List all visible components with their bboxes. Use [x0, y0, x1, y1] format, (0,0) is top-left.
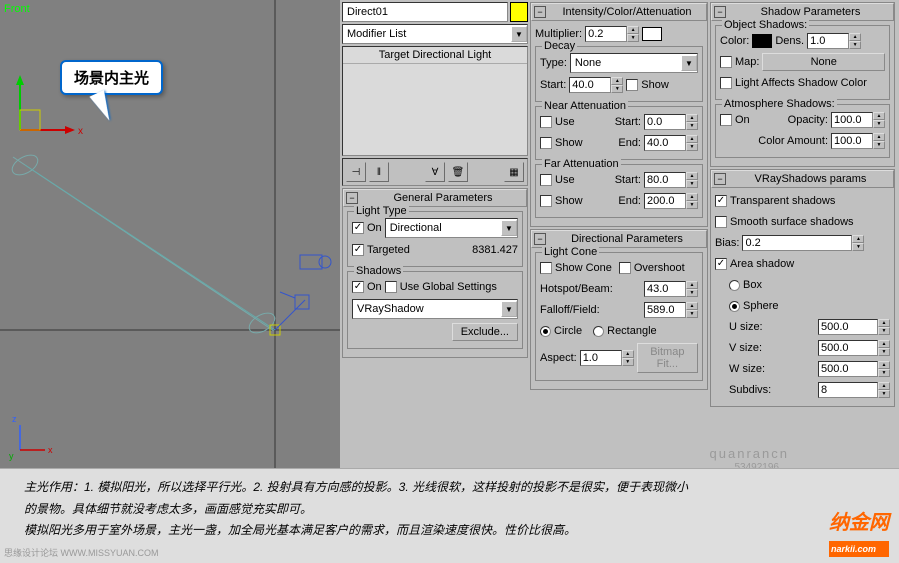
- shadow-map-button[interactable]: None: [762, 53, 885, 71]
- minus-icon: −: [534, 6, 546, 18]
- light-color-swatch[interactable]: [642, 27, 662, 41]
- chevron-down-icon: ▼: [511, 26, 527, 42]
- rollout-general: −General Parameters Light Type On Direct…: [342, 188, 528, 358]
- u-size-spinner[interactable]: ▲▼: [818, 319, 890, 335]
- multiplier-spinner[interactable]: ▲▼: [585, 26, 639, 42]
- atm-opacity-spinner[interactable]: ▲▼: [831, 112, 885, 128]
- atm-on-checkbox[interactable]: [720, 114, 732, 126]
- targeted-distance: 8381.427: [472, 244, 518, 256]
- svg-text:z: z: [12, 414, 17, 424]
- stack-item[interactable]: Target Directional Light: [343, 47, 527, 64]
- watermark-source: 思缘设计论坛 WWW.MISSYUAN.COM: [4, 545, 159, 561]
- near-end-spinner[interactable]: ▲▼: [644, 135, 698, 151]
- rollout-title: General Parameters: [362, 192, 524, 204]
- sphere-radio[interactable]: [729, 301, 740, 312]
- transparent-shadows-checkbox[interactable]: [715, 195, 727, 207]
- near-use-checkbox[interactable]: [540, 116, 552, 128]
- shadow-map-checkbox[interactable]: [720, 56, 732, 68]
- v-size-spinner[interactable]: ▲▼: [818, 340, 890, 356]
- make-unique-icon[interactable]: ∀: [425, 162, 445, 182]
- bitmap-fit-button[interactable]: Bitmap Fit...: [637, 343, 698, 373]
- object-name-input[interactable]: [342, 2, 508, 22]
- pin-stack-icon[interactable]: ⊣: [346, 162, 366, 182]
- callout-main-light: 场景内主光: [60, 60, 163, 95]
- subdivs-spinner[interactable]: ▲▼: [818, 382, 890, 398]
- decay-type-dropdown[interactable]: None▼: [570, 53, 698, 73]
- watermark-author: quanrancn: [710, 446, 789, 461]
- near-show-checkbox[interactable]: [540, 137, 552, 149]
- modifier-list-dropdown[interactable]: Modifier List▼: [342, 24, 528, 44]
- svg-text:x: x: [48, 445, 53, 455]
- modifier-stack[interactable]: Target Directional Light: [342, 46, 528, 156]
- object-color-swatch[interactable]: [510, 2, 528, 22]
- circle-radio[interactable]: [540, 326, 551, 337]
- rollout-title: Intensity/Color/Attenuation: [550, 6, 704, 18]
- svg-text:x: x: [78, 126, 83, 137]
- decay-show-checkbox[interactable]: [626, 79, 638, 91]
- light-on-checkbox[interactable]: [352, 222, 364, 234]
- show-cone-checkbox[interactable]: [540, 262, 552, 274]
- decay-start-spinner[interactable]: ▲▼: [569, 77, 623, 93]
- shadow-type-dropdown[interactable]: VRayShadow▼: [352, 299, 518, 319]
- far-show-checkbox[interactable]: [540, 195, 552, 207]
- rollout-vray-shadows: −VRayShadows params Transparent shadows …: [710, 169, 895, 407]
- hotspot-spinner[interactable]: ▲▼: [644, 281, 698, 297]
- targeted-checkbox[interactable]: [352, 244, 364, 256]
- minus-icon: −: [346, 192, 358, 204]
- rectangle-radio[interactable]: [593, 326, 604, 337]
- affects-shadow-color-checkbox[interactable]: [720, 77, 732, 89]
- configure-sets-icon[interactable]: ▦: [504, 162, 524, 182]
- svg-text:y: y: [9, 451, 14, 461]
- rollout-directional: −Directional Parameters Light Cone Show …: [530, 229, 708, 390]
- bias-spinner[interactable]: ▲▼: [742, 235, 864, 251]
- stack-toolbar: ⊣ ‖ ∀ 🗑 ▦: [342, 158, 528, 186]
- rollout-title: Shadow Parameters: [730, 6, 891, 18]
- global-settings-checkbox[interactable]: [385, 281, 397, 293]
- smooth-surface-checkbox[interactable]: [715, 216, 727, 228]
- logo-narkii: 纳金网narkii.com: [829, 505, 889, 557]
- footer-caption: 主光作用：1. 模拟阳光，所以选择平行光。2. 投射具有方向感的投影。3. 光线…: [0, 468, 899, 563]
- near-start-spinner[interactable]: ▲▼: [644, 114, 698, 130]
- far-end-spinner[interactable]: ▲▼: [644, 193, 698, 209]
- box-radio[interactable]: [729, 280, 740, 291]
- rollout-intensity: −Intensity/Color/Attenuation Multiplier:…: [530, 2, 708, 227]
- minus-icon: −: [714, 173, 726, 185]
- w-size-spinner[interactable]: ▲▼: [818, 361, 890, 377]
- overshoot-checkbox[interactable]: [619, 262, 631, 274]
- falloff-spinner[interactable]: ▲▼: [644, 302, 698, 318]
- minus-icon: −: [714, 6, 726, 18]
- viewport[interactable]: Front x z x y 场景内主光: [0, 0, 340, 468]
- minus-icon: −: [534, 233, 546, 245]
- shadows-on-checkbox[interactable]: [352, 281, 364, 293]
- rollout-title: VRayShadows params: [730, 173, 891, 185]
- modifier-panel: Modifier List▼ Target Directional Light …: [340, 0, 899, 468]
- viewport-scene: x z x y: [0, 0, 340, 468]
- far-use-checkbox[interactable]: [540, 174, 552, 186]
- rollout-shadow-params: −Shadow Parameters Object Shadows: Color…: [710, 2, 895, 167]
- aspect-spinner[interactable]: ▲▼: [580, 350, 634, 366]
- light-type-dropdown[interactable]: Directional▼: [385, 218, 518, 238]
- area-shadow-checkbox[interactable]: [715, 258, 727, 270]
- density-spinner[interactable]: ▲▼: [807, 33, 861, 49]
- atm-coloramt-spinner[interactable]: ▲▼: [831, 133, 885, 149]
- far-start-spinner[interactable]: ▲▼: [644, 172, 698, 188]
- show-end-result-icon[interactable]: ‖: [369, 162, 389, 182]
- rollout-title: Directional Parameters: [550, 233, 704, 245]
- remove-modifier-icon[interactable]: 🗑: [448, 162, 468, 182]
- shadow-color-swatch[interactable]: [752, 34, 772, 48]
- exclude-button[interactable]: Exclude...: [452, 323, 518, 341]
